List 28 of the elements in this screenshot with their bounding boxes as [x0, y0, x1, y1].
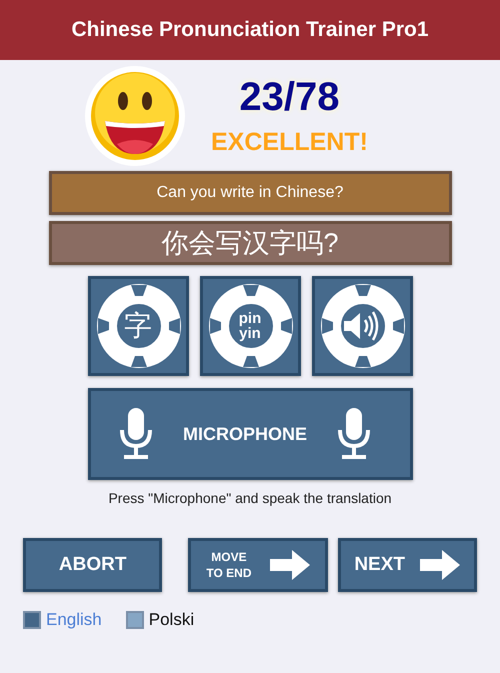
rating-text: EXCELLENT! — [211, 128, 368, 157]
question-bar: Can you write in Chinese? — [48, 171, 452, 215]
score-count: 23/78 — [239, 75, 340, 120]
hint-button[interactable]: 字 — [88, 276, 188, 376]
pinyin-text: yin — [239, 326, 261, 341]
lifebuoy-icon — [208, 284, 292, 368]
arrow-icon — [420, 550, 460, 580]
chinese-sentence-bar: 你会写汉字吗? — [48, 221, 452, 265]
pinyin-text: pin — [238, 311, 262, 326]
action-button[interactable]: NEXT — [338, 538, 477, 592]
action-button[interactable]: ABORT — [23, 538, 162, 592]
app-title: Chinese Pronunciation Trainer Pro1 — [71, 18, 429, 42]
lifebuoy-icon — [96, 284, 180, 368]
action-button[interactable]: MOVE TO END — [188, 538, 328, 592]
instruction-text: Press "Microphone" and speak the translation — [108, 490, 392, 506]
smiley-face-icon — [85, 66, 185, 166]
hint-button[interactable] — [312, 276, 412, 376]
lifebuoy-icon — [320, 284, 404, 368]
language-checkbox[interactable] — [23, 611, 41, 629]
arrow-icon — [270, 550, 310, 580]
microphone-button[interactable]: MICROPHONE — [88, 388, 412, 480]
language-checkbox[interactable] — [126, 611, 144, 629]
language-option[interactable]: English — [23, 610, 102, 630]
hanzi-glyph: 字 — [124, 309, 152, 343]
language-option[interactable]: Polski — [126, 610, 194, 630]
microphone-icon — [118, 408, 152, 460]
hint-button[interactable]: pin yin — [200, 276, 300, 376]
microphone-icon — [337, 408, 372, 460]
